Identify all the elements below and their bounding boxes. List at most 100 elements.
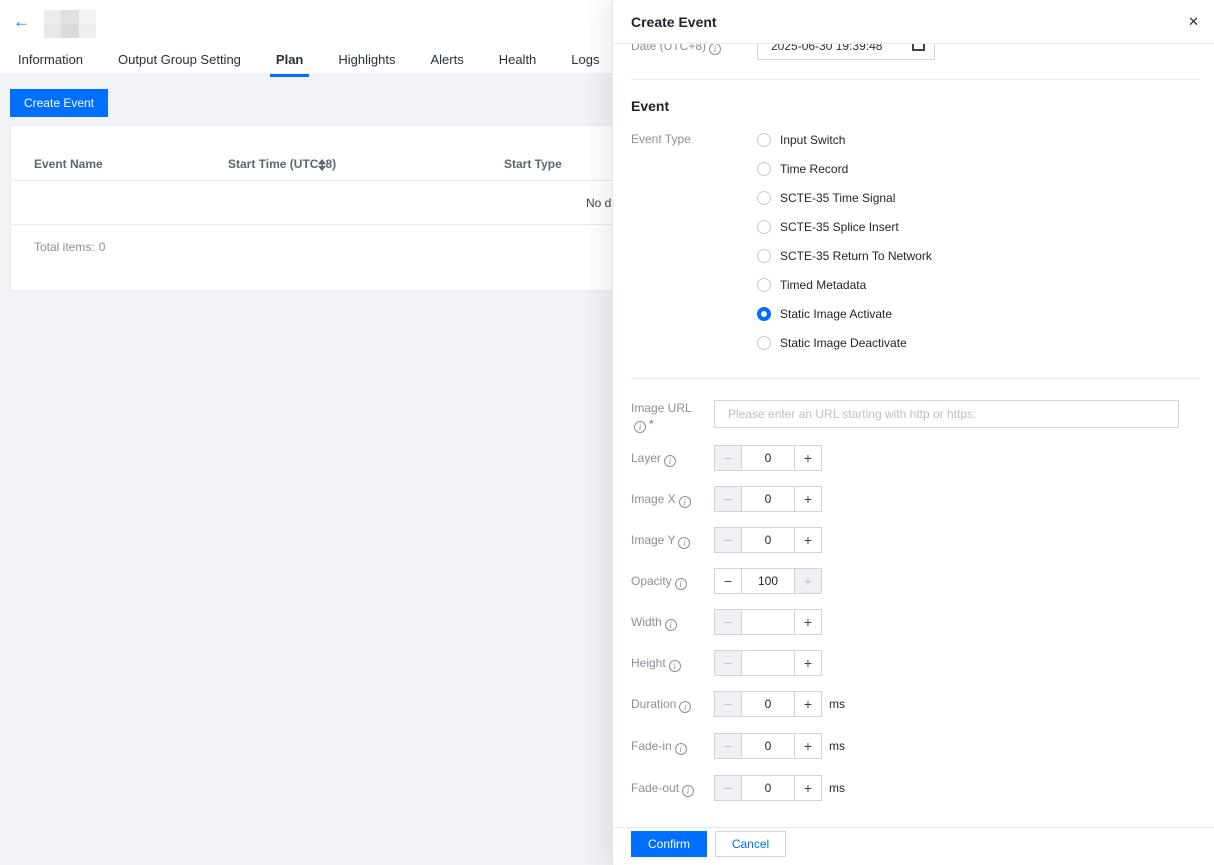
- radio-icon: [757, 162, 771, 176]
- image-x-decrease-button: −: [715, 487, 742, 511]
- tab-health[interactable]: Health: [499, 48, 537, 77]
- stepper-row-width: Widthi − +: [613, 609, 1214, 635]
- stepper-row-opacity: Opacityi − +: [613, 568, 1214, 594]
- tab-highlights[interactable]: Highlights: [338, 48, 395, 77]
- tab-logs[interactable]: Logs: [571, 48, 599, 77]
- tab-alerts[interactable]: Alerts: [430, 48, 463, 77]
- date-field-label: Date (UTC+8)i: [631, 44, 721, 60]
- height-increase-button[interactable]: +: [794, 651, 821, 675]
- drawer-header: Create Event ✕: [613, 0, 1214, 44]
- fade-in-value-input[interactable]: [742, 734, 794, 758]
- radio-icon: [757, 336, 771, 350]
- image-url-label: Image URL i*: [631, 400, 692, 433]
- radio-icon: [757, 220, 771, 234]
- fade-out-value-input[interactable]: [742, 776, 794, 800]
- redacted-channel-title: [44, 10, 96, 38]
- fade-in-unit: ms: [829, 733, 845, 759]
- info-icon[interactable]: i: [679, 701, 691, 713]
- fade-out-increase-button[interactable]: +: [794, 776, 821, 800]
- opacity-decrease-button[interactable]: −: [715, 569, 742, 593]
- radio-time-record[interactable]: Time Record: [757, 154, 932, 183]
- image-x-increase-button[interactable]: +: [794, 487, 821, 511]
- column-header-event-name: Event Name: [34, 157, 103, 171]
- total-items-value: 0: [99, 240, 106, 254]
- image-y-value-input[interactable]: [742, 528, 794, 552]
- stepper-row-height: Heighti − +: [613, 650, 1214, 676]
- fade-out-unit: ms: [829, 775, 845, 801]
- info-icon[interactable]: i: [665, 619, 677, 631]
- date-field: [757, 44, 935, 60]
- layer-decrease-button: −: [715, 446, 742, 470]
- column-header-start-type: Start Type: [504, 157, 562, 171]
- width-decrease-button: −: [715, 610, 742, 634]
- footer-divider: [613, 827, 1214, 828]
- opacity-value-input[interactable]: [742, 569, 794, 593]
- stepper-row-image-x: Image Xi − +: [613, 486, 1214, 512]
- date-input[interactable]: [757, 44, 935, 60]
- total-items: Total items: 0: [34, 240, 105, 254]
- event-section-heading: Event: [631, 98, 669, 114]
- width-value-input[interactable]: [742, 610, 794, 634]
- fade-in-decrease-button: −: [715, 734, 742, 758]
- info-icon[interactable]: i: [679, 496, 691, 508]
- info-icon[interactable]: i: [675, 743, 687, 755]
- image-y-decrease-button: −: [715, 528, 742, 552]
- opacity-increase-button: +: [794, 569, 821, 593]
- image-url-input[interactable]: [714, 400, 1179, 428]
- info-icon[interactable]: i: [634, 421, 646, 433]
- cancel-button[interactable]: Cancel: [715, 831, 786, 857]
- event-type-label: Event Type: [631, 132, 691, 146]
- tab-plan[interactable]: Plan: [270, 48, 309, 77]
- info-icon[interactable]: i: [675, 578, 687, 590]
- radio-static-image-activate[interactable]: Static Image Activate: [757, 299, 932, 328]
- calendar-icon[interactable]: [912, 44, 925, 51]
- info-icon[interactable]: i: [664, 455, 676, 467]
- radio-icon: [757, 133, 771, 147]
- image-x-value-input[interactable]: [742, 487, 794, 511]
- fade-in-increase-button[interactable]: +: [794, 734, 821, 758]
- height-value-input[interactable]: [742, 651, 794, 675]
- duration-unit: ms: [829, 691, 845, 717]
- drawer-body: Date (UTC+8)i Event Event Type Input Swi…: [613, 44, 1214, 865]
- tab-bar: Information Output Group Setting Plan Hi…: [18, 48, 599, 77]
- layer-value-input[interactable]: [742, 446, 794, 470]
- image-y-increase-button[interactable]: +: [794, 528, 821, 552]
- info-icon[interactable]: i: [682, 785, 694, 797]
- stepper-row-layer: Layeri − +: [613, 445, 1214, 471]
- close-icon[interactable]: ✕: [1188, 14, 1199, 30]
- total-items-label: Total items:: [34, 240, 95, 254]
- create-event-button[interactable]: Create Event: [10, 89, 108, 117]
- radio-icon: [757, 249, 771, 263]
- radio-icon-checked: [757, 307, 771, 321]
- layer-increase-button[interactable]: +: [794, 446, 821, 470]
- back-icon[interactable]: ←: [13, 12, 30, 32]
- section-divider: [631, 79, 1200, 80]
- sort-icon[interactable]: [318, 159, 327, 171]
- duration-decrease-button: −: [715, 692, 742, 716]
- required-mark: *: [649, 417, 654, 431]
- radio-icon: [757, 191, 771, 205]
- info-icon[interactable]: i: [709, 44, 721, 55]
- fade-out-decrease-button: −: [715, 776, 742, 800]
- section-divider: [631, 378, 1200, 379]
- radio-scte35-splice-insert[interactable]: SCTE-35 Splice Insert: [757, 212, 932, 241]
- radio-icon: [757, 278, 771, 292]
- info-icon[interactable]: i: [669, 660, 681, 672]
- duration-increase-button[interactable]: +: [794, 692, 821, 716]
- radio-scte35-time-signal[interactable]: SCTE-35 Time Signal: [757, 183, 932, 212]
- info-icon[interactable]: i: [678, 537, 690, 549]
- width-increase-button[interactable]: +: [794, 610, 821, 634]
- stepper-row-duration: Durationi − + ms: [613, 691, 1214, 717]
- drawer-title: Create Event: [631, 14, 717, 30]
- radio-input-switch[interactable]: Input Switch: [757, 125, 932, 154]
- tab-output-group-setting[interactable]: Output Group Setting: [118, 48, 241, 77]
- tab-information[interactable]: Information: [18, 48, 83, 77]
- stepper-row-image-y: Image Yi − +: [613, 527, 1214, 553]
- confirm-button[interactable]: Confirm: [631, 831, 707, 857]
- radio-static-image-deactivate[interactable]: Static Image Deactivate: [757, 328, 932, 357]
- stepper-row-fade-in: Fade-ini − + ms: [613, 733, 1214, 759]
- event-type-radio-group: Input Switch Time Record SCTE-35 Time Si…: [757, 125, 932, 357]
- radio-timed-metadata[interactable]: Timed Metadata: [757, 270, 932, 299]
- duration-value-input[interactable]: [742, 692, 794, 716]
- radio-scte35-return-to-network[interactable]: SCTE-35 Return To Network: [757, 241, 932, 270]
